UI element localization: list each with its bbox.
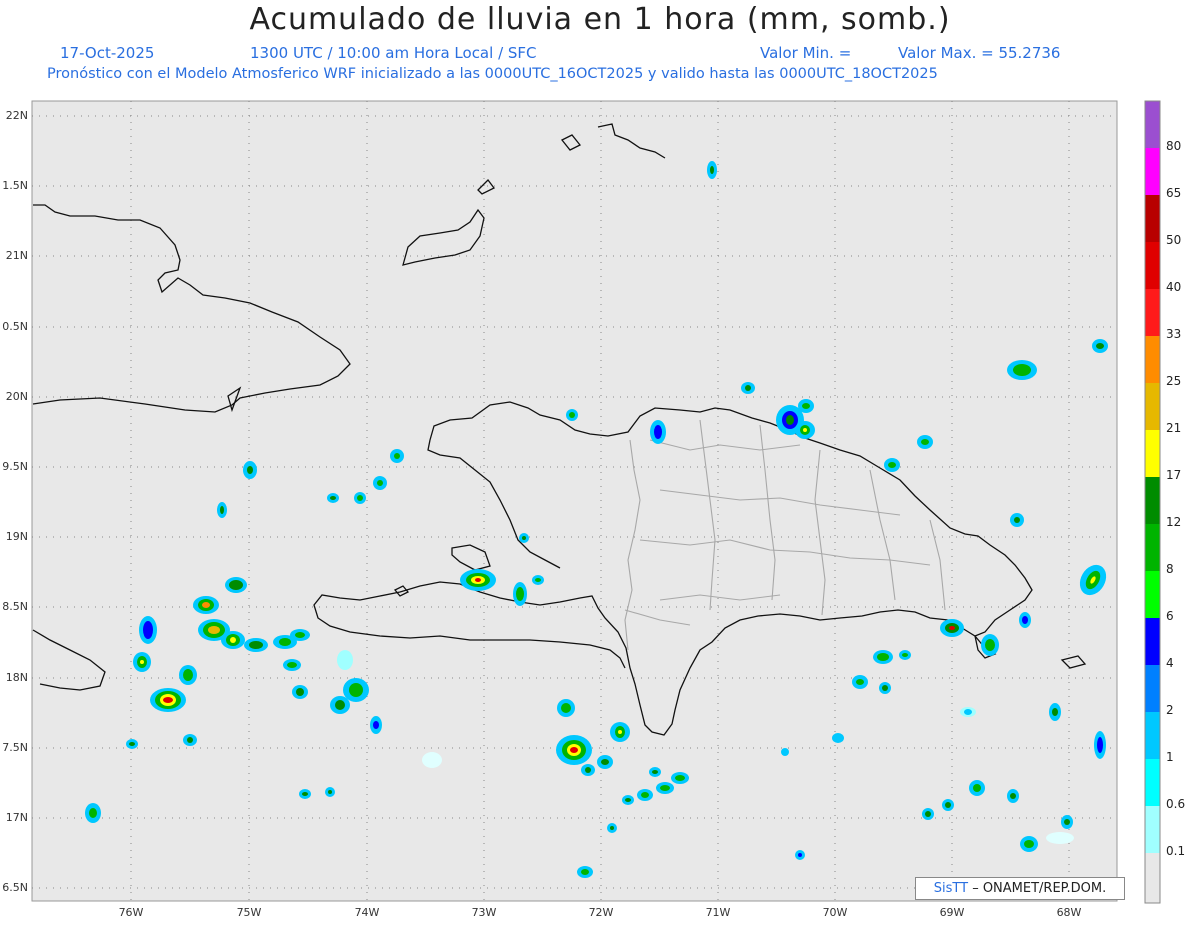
- lat-label: 6.5N: [2, 881, 28, 894]
- lat-label: 8.5N: [2, 600, 28, 613]
- colorbar-label: 1: [1166, 750, 1174, 764]
- lat-label: 7.5N: [2, 741, 28, 754]
- lat-label: 22N: [5, 109, 28, 122]
- colorbar-label: 6: [1166, 609, 1174, 623]
- colorbar: [1144, 100, 1161, 904]
- colorbar-label: 65: [1166, 186, 1182, 200]
- colorbar-label: 33: [1166, 327, 1182, 341]
- lon-label: 68W: [1056, 906, 1082, 919]
- colorbar-label: 25: [1166, 374, 1182, 388]
- lon-label: 70W: [822, 906, 848, 919]
- lat-label: 17N: [5, 811, 28, 824]
- credit-text: – ONAMET/REP.DOM.: [968, 881, 1107, 896]
- lon-label: 71W: [705, 906, 731, 919]
- lon-label: 69W: [939, 906, 965, 919]
- rainfall-map: [31, 100, 1161, 904]
- lat-label: 0.5N: [2, 320, 28, 333]
- colorbar-label: 8: [1166, 562, 1174, 576]
- colorbar-label: 0.1: [1166, 844, 1186, 858]
- colorbar-label: 80: [1166, 139, 1182, 153]
- lat-label: 9.5N: [2, 460, 28, 473]
- lon-label: 75W: [236, 906, 262, 919]
- colorbar-label: 40: [1166, 280, 1182, 294]
- lat-label: 19N: [5, 530, 28, 543]
- lat-label: 18N: [5, 671, 28, 684]
- map-frame: [31, 100, 1118, 902]
- colorbar-label: 4: [1166, 656, 1174, 670]
- lat-label: 20N: [5, 390, 28, 403]
- colorbar-label: 21: [1166, 421, 1182, 435]
- sispi-logo: SisTT: [933, 881, 969, 896]
- lon-label: 73W: [471, 906, 497, 919]
- lon-label: 72W: [588, 906, 614, 919]
- colorbar-label: 12: [1166, 515, 1182, 529]
- lat-label: 21N: [5, 249, 28, 262]
- lat-label: 1.5N: [2, 179, 28, 192]
- colorbar-label: 0.6: [1166, 797, 1186, 811]
- lon-label: 76W: [118, 906, 144, 919]
- credit-box: SisTT – ONAMET/REP.DOM.: [915, 877, 1125, 900]
- colorbar-label: 2: [1166, 703, 1174, 717]
- colorbar-label: 50: [1166, 233, 1182, 247]
- lon-label: 74W: [354, 906, 380, 919]
- colorbar-label: 17: [1166, 468, 1182, 482]
